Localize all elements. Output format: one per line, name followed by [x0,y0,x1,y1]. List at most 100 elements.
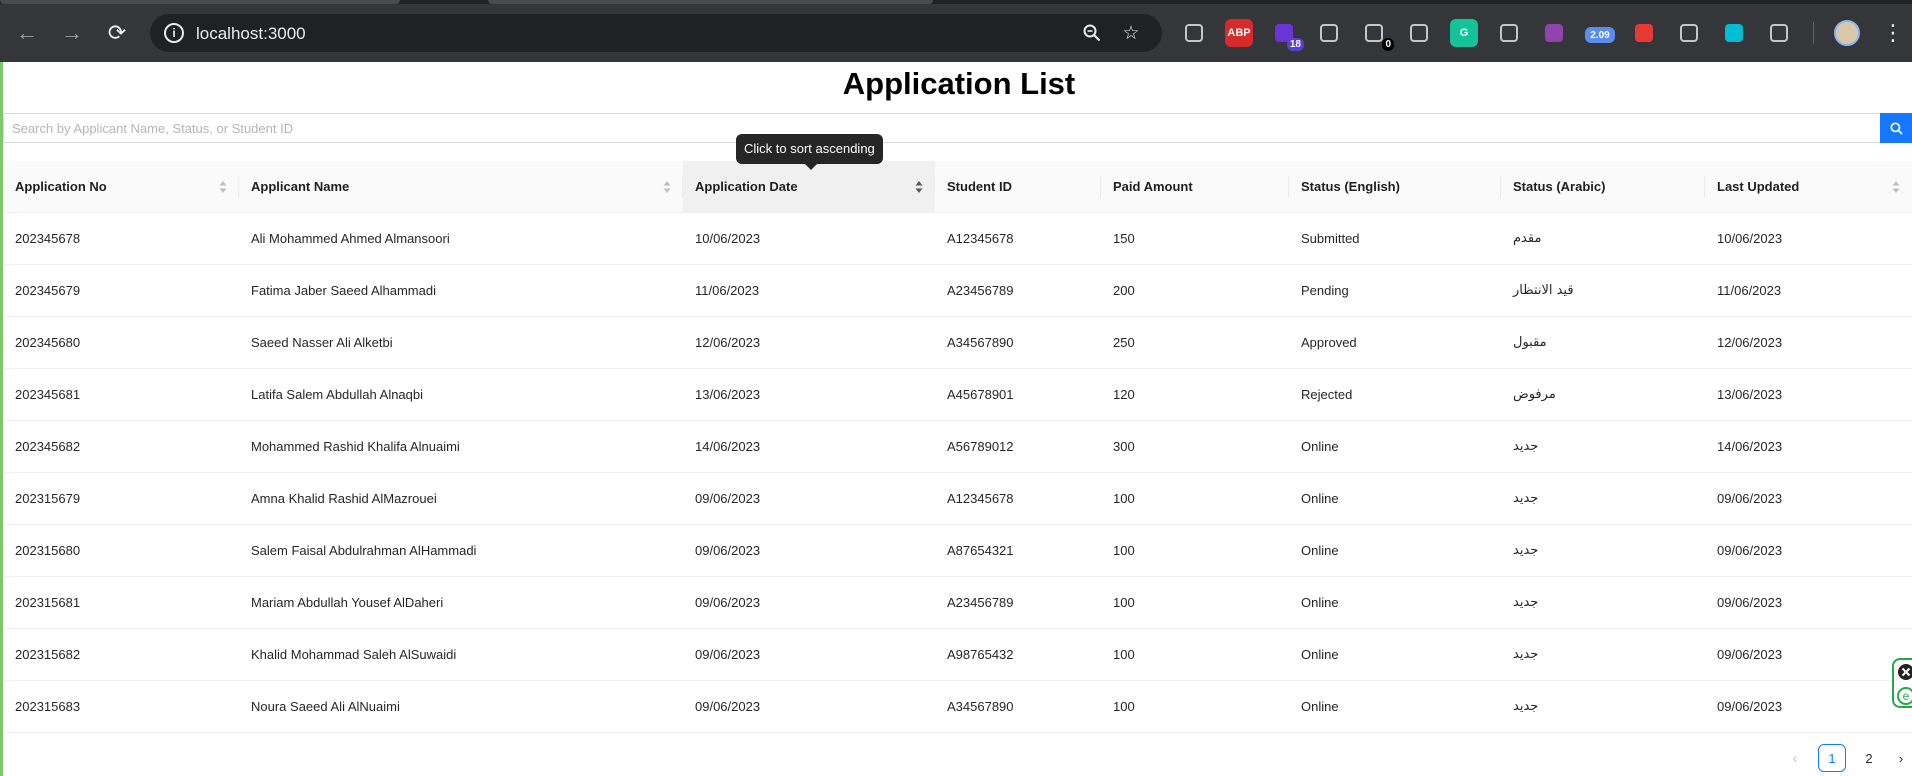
picture-in-picture-ext-icon[interactable] [1675,19,1703,47]
reload-icon[interactable]: ⟳ [101,17,133,49]
column-header-label: Status (English) [1301,178,1400,194]
grammarly-ext-icon[interactable]: G [1450,19,1478,47]
prev-page-button[interactable]: ‹ [1781,744,1809,772]
sort-tooltip: Click to sort ascending [736,134,883,170]
cell-updated: 09/06/2023 [1705,472,1912,525]
browser-menu-icon[interactable]: ⋮ [1882,18,1904,48]
cell-status-ar: جديد [1501,628,1705,681]
camera-ext-icon[interactable] [1405,19,1433,47]
extensions-puzzle-ext-icon[interactable] [1765,19,1793,47]
zoom-icon[interactable] [1080,21,1104,45]
browser-tab[interactable] [488,0,933,4]
cell-paid: 100 [1101,472,1289,525]
video-speed-ext-glyph [1635,24,1653,42]
cell-app-no: 202345678 [3,212,239,265]
cell-app-no: 202345679 [3,264,239,317]
browser-toolbar: ← → ⟳ i localhost:3000 ☆ ABP 18 0 G 2.09 ⋮ [0,0,1912,62]
cell-date: 12/06/2023 [683,316,935,369]
column-header-label: Applicant Name [251,178,350,194]
table-row[interactable]: 202315680 Salem Faisal Abdulrahman AlHamm… [3,524,1912,577]
cell-name: Salem Faisal Abdulrahman AlHammadi [239,524,683,577]
table-row[interactable]: 202345682 Mohammed Rashid Khalifa Alnuaim… [3,420,1912,473]
cell-status-en: Approved [1289,316,1501,369]
cell-status-ar: جديد [1501,524,1705,577]
cell-name: Noura Saeed Ali AlNuaimi [239,680,683,733]
cell-updated: 09/06/2023 [1705,628,1912,681]
table-row[interactable]: 202315681 Mariam Abdullah Yousef AlDaheri… [3,576,1912,629]
address-bar[interactable]: i localhost:3000 ☆ [150,14,1162,52]
column-header-label: Paid Amount [1113,178,1193,194]
cell-updated: 12/06/2023 [1705,316,1912,369]
table-row[interactable]: 202315679 Amna Khalid Rashid AlMazrouei 09… [3,472,1912,525]
json-formatter-ext-icon[interactable] [1720,19,1748,47]
browser-tab[interactable] [0,0,400,4]
sort-caret-icon[interactable] [219,180,227,194]
profile-avatar[interactable] [1834,20,1860,46]
table-row[interactable]: 202345678 Ali Mohammed Ahmed Almansoori 10… [3,212,1912,265]
speed-ext-icon[interactable]: 2.09 [1585,27,1615,43]
settings-gear-ext-icon[interactable] [1180,19,1208,47]
cell-date: 09/06/2023 [683,524,935,577]
next-page-button[interactable]: › [1887,744,1912,772]
bookmark-star-icon[interactable]: ☆ [1119,21,1143,45]
counter-ext-icon[interactable]: 0 [1360,19,1394,51]
picture-in-picture-ext-glyph [1680,24,1698,42]
cell-paid: 150 [1101,212,1289,265]
cell-student-id: A56789012 [935,420,1101,473]
cell-status-ar: مقبول [1501,316,1705,369]
column-header-label: Status (Arabic) [1513,178,1606,194]
close-circle-icon[interactable] [1897,663,1912,681]
video-speed-ext-icon[interactable] [1630,19,1658,47]
column-header-updated[interactable]: Last Updated [1705,161,1912,213]
vue-devtools-ext-icon[interactable] [1315,19,1343,47]
cell-date: 10/06/2023 [683,212,935,265]
column-header-name[interactable]: Applicant Name [239,161,683,213]
cell-student-id: A23456789 [935,576,1101,629]
page-1-button[interactable]: 1 [1818,744,1846,772]
table-row[interactable]: 202345681 Latifa Salem Abdullah Alnaqbi 13… [3,368,1912,421]
forward-arrow-icon[interactable]: → [56,17,88,49]
sort-caret-icon[interactable] [1892,180,1900,194]
cell-name: Mariam Abdullah Yousef AlDaheri [239,576,683,629]
address-url[interactable]: localhost:3000 [196,24,306,44]
cell-status-en: Rejected [1289,368,1501,421]
cell-paid: 100 [1101,680,1289,733]
cube-ext-glyph [1545,24,1563,42]
floating-widget[interactable]: e [1892,658,1912,708]
cell-date: 14/06/2023 [683,420,935,473]
table-row[interactable]: 202345679 Fatima Jaber Saeed Alhammadi 11/… [3,264,1912,317]
search-button[interactable] [1880,113,1912,143]
cell-status-ar: مرفوض [1501,368,1705,421]
cell-paid: 200 [1101,264,1289,317]
table-row[interactable]: 202315682 Khalid Mohammad Saleh AlSuwaidi… [3,628,1912,681]
column-header-app-no[interactable]: Application No [3,161,239,213]
site-info-icon[interactable]: i [164,23,184,43]
cell-student-id: A87654321 [935,524,1101,577]
search-input[interactable] [3,113,1880,143]
react-devtools-ext-icon[interactable] [1495,19,1523,47]
sort-caret-icon[interactable] [663,180,671,194]
edge-e-icon[interactable]: e [1897,687,1912,705]
grammarly-ext-label: G [1459,27,1469,39]
adblock-plus-ext-label: ABP [1227,27,1251,39]
cell-name: Khalid Mohammad Saleh AlSuwaidi [239,628,683,681]
cell-paid: 250 [1101,316,1289,369]
cell-updated: 14/06/2023 [1705,420,1912,473]
table-row[interactable]: 202315683 Noura Saeed Ali AlNuaimi 09/06/2… [3,680,1912,733]
page-2-button[interactable]: 2 [1855,744,1883,772]
cell-date: 11/06/2023 [683,264,935,317]
cell-status-en: Online [1289,628,1501,681]
table-row[interactable]: 202345680 Saeed Nasser Ali Alketbi 12/06/2… [3,316,1912,369]
adblock-plus-ext-icon[interactable]: ABP [1225,19,1253,47]
cell-student-id: A45678901 [935,368,1101,421]
back-arrow-icon[interactable]: ← [11,17,43,49]
cell-app-no: 202345681 [3,368,239,421]
graduation-cap-ext-icon[interactable]: 18 [1270,19,1304,51]
app-page: Application List Click to sort ascending… [0,62,1912,776]
json-formatter-ext-glyph [1725,24,1743,42]
sort-caret-icon[interactable] [915,180,923,194]
cell-updated: 09/06/2023 [1705,576,1912,629]
cube-ext-icon[interactable] [1540,19,1568,47]
cell-name: Amna Khalid Rashid AlMazrouei [239,472,683,525]
toolbar-divider [1813,22,1814,44]
